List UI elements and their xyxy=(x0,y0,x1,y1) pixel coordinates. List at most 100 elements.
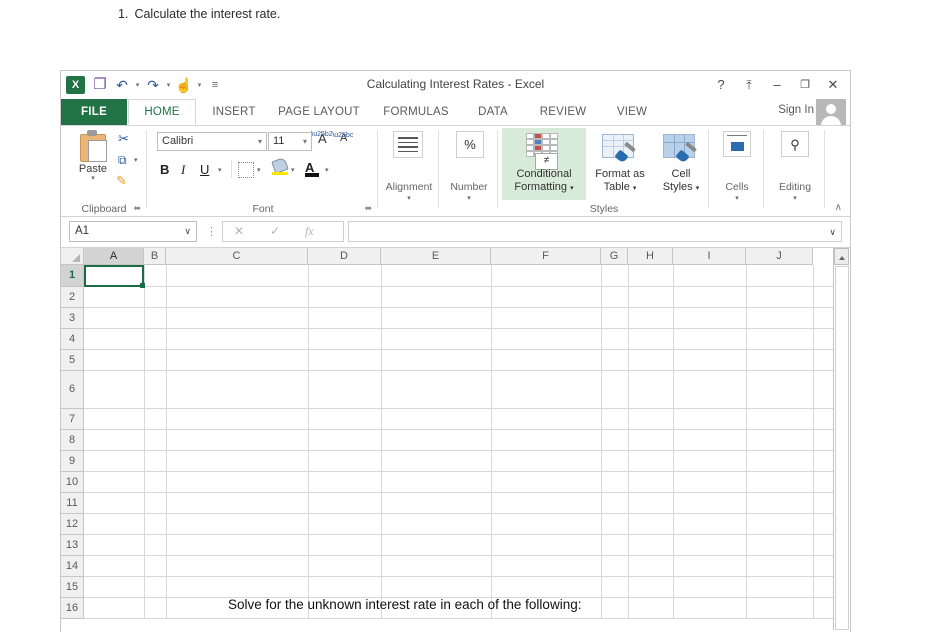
scrollbar-track[interactable] xyxy=(835,266,849,630)
page-instruction: 1. Calculate the interest rate. xyxy=(118,7,280,21)
ribbon-group-alignment[interactable]: Alignment ▾ xyxy=(379,126,439,217)
restore-icon[interactable]: ❐ xyxy=(792,74,818,96)
cancel-icon[interactable]: ✕ xyxy=(234,224,244,238)
italic-button[interactable]: I xyxy=(181,162,185,178)
tab-insert[interactable]: INSERT xyxy=(201,99,267,125)
row-header-2[interactable]: 2 xyxy=(61,287,84,308)
tab-view[interactable]: VIEW xyxy=(603,99,661,125)
undo-caret-icon[interactable]: ▾ xyxy=(133,81,142,89)
column-header-f[interactable]: F xyxy=(491,248,601,265)
customize-qat-icon[interactable]: ≡ xyxy=(204,75,226,95)
gridline xyxy=(628,265,629,619)
row-header-16[interactable]: 16 xyxy=(61,598,84,619)
tab-review[interactable]: REVIEW xyxy=(527,99,599,125)
borders-icon[interactable] xyxy=(238,162,254,178)
bold-button[interactable]: B xyxy=(160,162,169,177)
tab-data[interactable]: DATA xyxy=(463,99,523,125)
save-icon[interactable]: ❐ xyxy=(89,75,111,95)
insert-function-icon[interactable]: fx xyxy=(305,224,314,239)
tab-file[interactable]: FILE xyxy=(61,99,127,125)
underline-button[interactable]: U xyxy=(200,162,209,177)
column-header-d[interactable]: D xyxy=(308,248,381,265)
fill-handle[interactable] xyxy=(140,283,145,288)
row-header-12[interactable]: 12 xyxy=(61,514,84,535)
alignment-caret-icon[interactable]: ▾ xyxy=(379,194,439,202)
paste-button[interactable]: Paste ▾ xyxy=(71,130,115,182)
editing-caret-icon[interactable]: ▾ xyxy=(765,194,825,202)
ribbon-group-number[interactable]: % Number ▾ xyxy=(440,126,498,217)
column-header-c[interactable]: C xyxy=(166,248,308,265)
column-header-i[interactable]: I xyxy=(673,248,746,265)
chevron-down-icon[interactable]: ∨ xyxy=(184,226,191,237)
chevron-down-icon[interactable]: ▾ xyxy=(303,137,307,146)
font-color-caret-icon[interactable]: ▾ xyxy=(325,166,329,174)
number-caret-icon[interactable]: ▾ xyxy=(440,194,498,202)
tab-formulas[interactable]: FORMULAS xyxy=(373,99,459,125)
ribbon-group-cells[interactable]: Cells ▾ xyxy=(710,126,764,217)
minimize-icon[interactable]: – xyxy=(764,74,790,96)
chevron-down-icon[interactable]: ▾ xyxy=(258,137,262,146)
format-as-table-button[interactable]: Format as Table ▾ xyxy=(587,128,653,200)
font-color-icon[interactable]: A xyxy=(305,159,319,177)
row-header-3[interactable]: 3 xyxy=(61,308,84,329)
increase-font-size-icon[interactable]: A \u25b2 xyxy=(311,131,332,146)
cut-icon[interactable]: ✂ xyxy=(118,131,129,147)
select-all-corner[interactable] xyxy=(61,248,84,265)
touch-mode-icon[interactable]: ☝ xyxy=(173,75,195,95)
close-icon[interactable]: ✕ xyxy=(820,74,846,96)
row-header-8[interactable]: 8 xyxy=(61,430,84,451)
tab-page-layout[interactable]: PAGE LAYOUT xyxy=(269,99,369,125)
font-dialog-launcher-icon[interactable]: ⬌ xyxy=(364,203,372,214)
sign-in-button[interactable]: Sign In xyxy=(778,104,814,116)
row-header-4[interactable]: 4 xyxy=(61,329,84,350)
column-header-j[interactable]: J xyxy=(746,248,813,265)
conditional-formatting-button[interactable]: ≠ Conditional Formatting ▾ xyxy=(502,128,586,200)
row-header-7[interactable]: 7 xyxy=(61,409,84,430)
row-header-15[interactable]: 15 xyxy=(61,577,84,598)
collapse-ribbon-icon[interactable]: ∧ xyxy=(835,202,842,213)
row-header-9[interactable]: 9 xyxy=(61,451,84,472)
ribbon-display-options-icon[interactable]: ⤒ xyxy=(736,74,762,96)
decrease-font-size-icon[interactable]: A \u25bc xyxy=(332,132,353,144)
undo-icon[interactable]: ↶ xyxy=(111,75,133,95)
expand-formula-bar-icon[interactable]: ∨ xyxy=(829,227,836,238)
cell-styles-button[interactable]: Cell Styles ▾ xyxy=(654,128,708,200)
row-header-6[interactable]: 6 xyxy=(61,371,84,409)
divider xyxy=(146,130,147,208)
copy-caret-icon[interactable]: ▾ xyxy=(134,156,138,164)
active-cell-cursor[interactable] xyxy=(84,265,145,288)
column-header-b[interactable]: B xyxy=(144,248,166,265)
conditional-formatting-label-2: Formatting ▾ xyxy=(514,181,574,193)
row-header-1[interactable]: 1 xyxy=(61,265,84,287)
fill-color-caret-icon[interactable]: ▾ xyxy=(291,166,295,174)
paste-caret-icon[interactable]: ▾ xyxy=(71,174,115,182)
row-header-14[interactable]: 14 xyxy=(61,556,84,577)
column-header-h[interactable]: H xyxy=(628,248,673,265)
clipboard-dialog-launcher-icon[interactable]: ⬌ xyxy=(133,203,141,214)
tab-home[interactable]: HOME xyxy=(128,99,196,125)
redo-caret-icon[interactable]: ▾ xyxy=(164,81,173,89)
column-header-a[interactable]: A xyxy=(84,248,144,265)
redo-icon[interactable]: ↷ xyxy=(142,75,164,95)
row-header-5[interactable]: 5 xyxy=(61,350,84,371)
row-header-11[interactable]: 11 xyxy=(61,493,84,514)
name-box[interactable]: A1 ∨ xyxy=(69,221,197,242)
format-painter-icon[interactable]: ✎ xyxy=(116,173,127,189)
borders-caret-icon[interactable]: ▾ xyxy=(257,166,261,174)
help-icon[interactable]: ? xyxy=(708,74,734,96)
font-name-combobox[interactable]: Calibri ▾ xyxy=(157,132,267,151)
row-header-13[interactable]: 13 xyxy=(61,535,84,556)
scroll-up-button[interactable] xyxy=(834,248,849,265)
font-size-combobox[interactable]: 11 ▾ xyxy=(268,132,312,151)
row-header-10[interactable]: 10 xyxy=(61,472,84,493)
enter-icon[interactable]: ✓ xyxy=(270,224,280,238)
column-header-g[interactable]: G xyxy=(601,248,628,265)
copy-icon[interactable]: ⧉ xyxy=(118,153,127,168)
column-header-e[interactable]: E xyxy=(381,248,491,265)
cells-caret-icon[interactable]: ▾ xyxy=(710,194,764,202)
ribbon-group-editing[interactable]: ⚲ Editing ▾ xyxy=(765,126,825,217)
formula-input[interactable]: ∨ xyxy=(348,221,842,242)
underline-caret-icon[interactable]: ▾ xyxy=(218,166,222,174)
vertical-scrollbar[interactable] xyxy=(833,248,850,630)
touch-caret-icon[interactable]: ▾ xyxy=(195,81,204,89)
